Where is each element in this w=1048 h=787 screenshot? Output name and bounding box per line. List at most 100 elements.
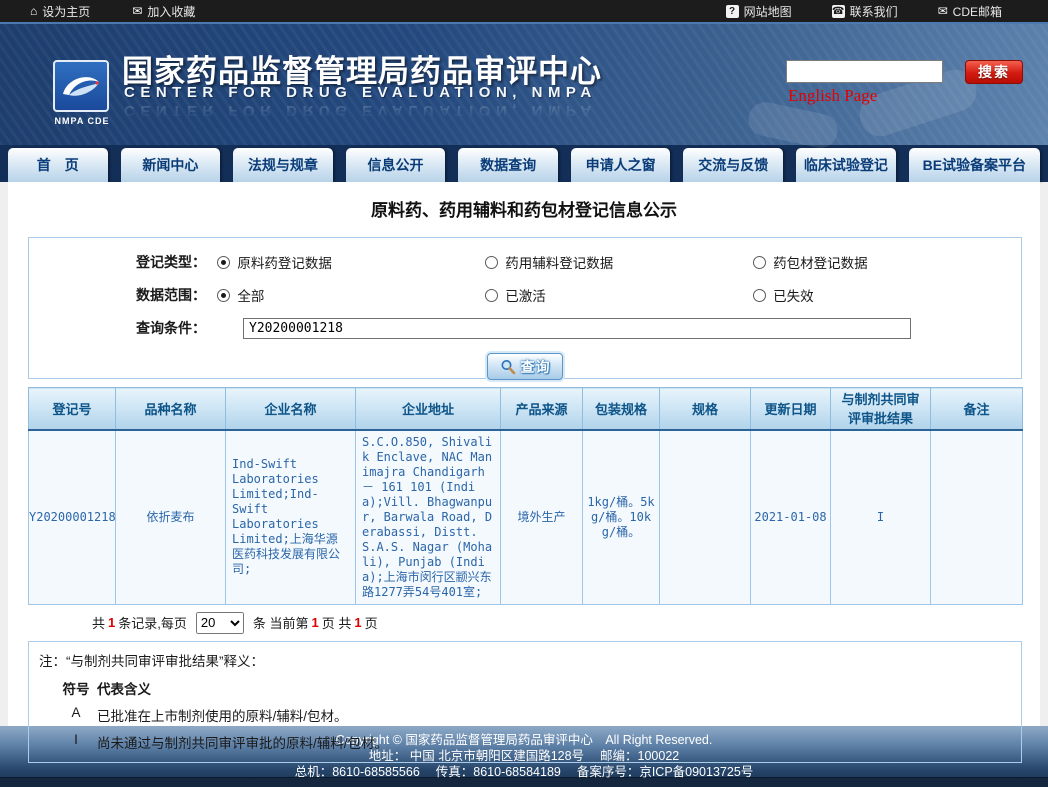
add-favorite-label: 加入收藏	[147, 3, 195, 20]
reg-type-label: 登记类型：	[136, 252, 217, 272]
notes-title: 注：“与制剂共同审评审批结果”释义：	[39, 650, 1011, 670]
radio-icon	[485, 289, 498, 302]
pagination-text: 共	[92, 613, 105, 632]
nav-tab-home[interactable]: 首 页	[8, 148, 108, 182]
current-page: 1	[312, 615, 319, 630]
pagination-text: 条记录,每页	[118, 613, 187, 632]
site-subtitle-reflection: CENTER FOR DRUG EVALUATION, NMPA	[124, 102, 597, 119]
per-page-select[interactable]: 20	[196, 612, 244, 634]
pagination-text: 页	[365, 613, 378, 632]
radio-label: 全部	[237, 285, 264, 305]
radio-icon	[217, 289, 230, 302]
topbar-left-group: ⌂ 设为主页 ✉ 加入收藏	[30, 3, 195, 20]
sitemap-label: 网站地图	[744, 3, 792, 20]
contact-link[interactable]: ☎ 联系我们	[832, 3, 898, 20]
radio-icon	[753, 256, 766, 269]
site-subtitle: CENTER FOR DRUG EVALUATION, NMPA	[124, 84, 597, 101]
add-favorite-link[interactable]: ✉ 加入收藏	[132, 3, 195, 20]
radio-packaging-data[interactable]: 药包材登记数据	[753, 252, 1021, 272]
nav-tab-be-platform[interactable]: BE试验备案平台	[909, 148, 1040, 182]
radio-scope-inactive[interactable]: 已失效	[753, 285, 1021, 305]
query-button-row: 查询	[29, 353, 1021, 380]
sitemap-link[interactable]: ? 网站地图	[726, 3, 792, 20]
query-condition-input[interactable]	[243, 318, 911, 339]
nav-tab-feedback[interactable]: 交流与反馈	[683, 148, 783, 182]
nav-tab-news[interactable]: 新闻中心	[121, 148, 221, 182]
envelope-icon: ✉	[132, 5, 142, 17]
header-search-input[interactable]	[786, 60, 943, 83]
radio-scope-active[interactable]: 已激活	[485, 285, 753, 305]
col-header-product-name: 品种名称	[116, 388, 226, 430]
radio-raw-material-data[interactable]: 原料药登记数据	[217, 252, 485, 272]
cell-remark	[931, 430, 1023, 605]
cde-mail-link[interactable]: ✉ CDE邮箱	[938, 3, 1002, 20]
home-icon: ⌂	[30, 5, 37, 17]
header-search-button[interactable]: 搜索	[965, 60, 1023, 84]
table-header-row: 登记号 品种名称 企业名称 企业地址 产品来源 包装规格 规格 更新日期 与制剂…	[29, 388, 1023, 430]
cell-company: Ind-Swift Laboratories Limited;Ind-Swift…	[226, 430, 356, 605]
cell-address: S.C.O.850, Shivalik Enclave, NAC Manimaj…	[356, 430, 501, 605]
radio-icon	[485, 256, 498, 269]
symbol-header: 符号	[55, 678, 97, 698]
total-pages: 1	[354, 615, 361, 630]
phone-icon: ☎	[832, 5, 845, 18]
main-nav: 首 页 新闻中心 法规与规章 信息公开 数据查询 申请人之窗 交流与反馈 临床试…	[0, 145, 1048, 182]
meaning-i: 尚未通过与制剂共同审评审批的原料/辅料/包材。	[97, 732, 388, 752]
cell-update-date: 2021-01-08	[751, 430, 831, 605]
scope-row: 数据范围： 全部 已激活 已失效	[29, 284, 1021, 306]
col-header-address: 企业地址	[356, 388, 501, 430]
english-page-link[interactable]: English Page	[788, 86, 877, 106]
meaning-a: 已批准在上市制剂使用的原料/辅料/包材。	[97, 705, 348, 725]
radio-excipient-data[interactable]: 药用辅料登记数据	[485, 252, 753, 272]
col-header-remark: 备注	[931, 388, 1023, 430]
cell-reg-no: Y20200001218	[29, 430, 116, 605]
table-row: Y20200001218 依折麦布 Ind-Swift Laboratories…	[29, 430, 1023, 605]
radio-icon	[217, 256, 230, 269]
query-condition-row: 查询条件：	[29, 317, 1021, 339]
scope-label: 数据范围：	[136, 285, 217, 305]
logo-caption: NMPA CDE	[46, 116, 118, 126]
notes-header-row: 符号 代表含义	[39, 678, 1011, 698]
notes-row-a: A 已批准在上市制剂使用的原料/辅料/包材。	[39, 705, 1011, 725]
query-condition-label: 查询条件：	[136, 318, 221, 338]
cell-packaging: 1kg/桶。5kg/桶。10kg/桶。	[583, 430, 660, 605]
pagination-text: 页 共	[322, 613, 352, 632]
nav-tab-data-query[interactable]: 数据查询	[458, 148, 558, 182]
nav-tab-info-disclosure[interactable]: 信息公开	[346, 148, 446, 182]
cell-review-result: I	[831, 430, 931, 605]
query-button-label: 查询	[521, 357, 551, 377]
notes-row-i: I 尚未通过与制剂共同审评审批的原料/辅料/包材。	[39, 732, 1011, 752]
pagination-text: 条 当前第	[253, 613, 309, 632]
symbol-a: A	[55, 705, 97, 725]
reg-type-row: 登记类型： 原料药登记数据 药用辅料登记数据 药包材登记数据	[29, 251, 1021, 273]
topbar: ⌂ 设为主页 ✉ 加入收藏 ? 网站地图 ☎ 联系我们 ✉ CDE邮箱	[0, 0, 1048, 22]
cell-product-name: 依折麦布	[116, 430, 226, 605]
nav-tab-regulations[interactable]: 法规与规章	[233, 148, 333, 182]
site-header: NMPA CDE 国家药品监督管理局药品审评中心 CENTER FOR DRUG…	[0, 22, 1048, 145]
symbol-i: I	[55, 732, 97, 752]
cell-source: 境外生产	[501, 430, 583, 605]
page-title: 原料药、药用辅料和药包材登记信息公示	[8, 182, 1040, 221]
radio-icon	[753, 289, 766, 302]
bird-logo-icon	[59, 68, 103, 104]
total-records: 1	[108, 615, 115, 630]
contact-label: 联系我们	[850, 3, 898, 20]
nmpa-cde-logo[interactable]	[53, 60, 109, 112]
capsule-decoration	[745, 99, 840, 151]
col-header-review-result: 与制剂共同审评审批结果	[831, 388, 931, 430]
set-home-link[interactable]: ⌂ 设为主页	[30, 3, 90, 20]
nav-tab-clinical-trial[interactable]: 临床试验登记	[796, 148, 896, 182]
cell-spec	[660, 430, 751, 605]
cde-mail-label: CDE邮箱	[953, 3, 1002, 20]
radio-label: 药用辅料登记数据	[505, 252, 613, 272]
pagination-bar: 共 1 条记录,每页 20 条 当前第 1 页 共 1 页	[92, 612, 1040, 634]
query-button[interactable]: 查询	[487, 353, 563, 380]
col-header-spec: 规格	[660, 388, 751, 430]
legend-notes: 注：“与制剂共同审评审批结果”释义： 符号 代表含义 A 已批准在上市制剂使用的…	[28, 641, 1022, 763]
col-header-source: 产品来源	[501, 388, 583, 430]
radio-scope-all[interactable]: 全部	[217, 285, 485, 305]
col-header-reg-no: 登记号	[29, 388, 116, 430]
topbar-right-group: ? 网站地图 ☎ 联系我们 ✉ CDE邮箱	[726, 3, 1002, 20]
mail-icon: ✉	[938, 5, 948, 17]
nav-tab-applicant-window[interactable]: 申请人之窗	[571, 148, 671, 182]
